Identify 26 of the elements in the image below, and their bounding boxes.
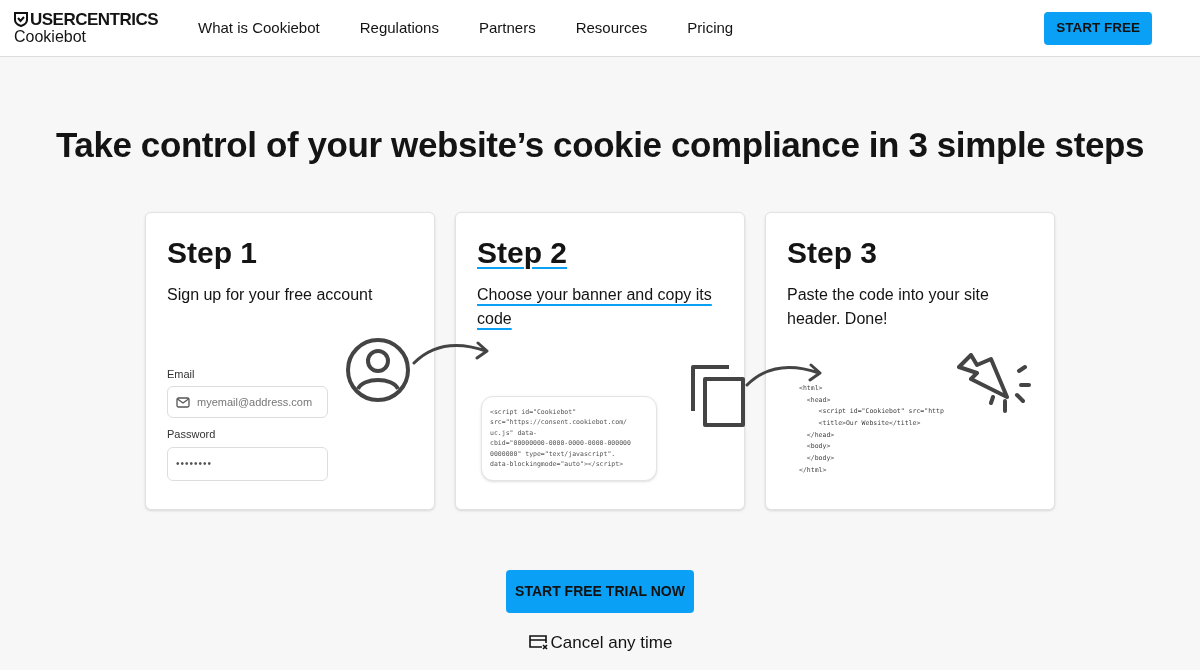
mail-icon bbox=[176, 397, 190, 408]
step-description: Sign up for your free account bbox=[167, 284, 374, 305]
field-label: Password bbox=[167, 427, 217, 442]
card-cancel-icon bbox=[527, 634, 549, 651]
start-trial-button[interactable]: START FREE TRIAL NOW bbox=[506, 569, 694, 613]
product-name: Cookiebot bbox=[14, 29, 88, 45]
step-title: Step 3 bbox=[787, 234, 878, 271]
field-label: Email bbox=[167, 366, 196, 382]
nav-link[interactable]: Pricing bbox=[687, 16, 734, 40]
nav-link[interactable]: Resources bbox=[575, 16, 648, 40]
start-free-button[interactable]: START FREE bbox=[1044, 11, 1152, 45]
shield-icon bbox=[14, 12, 28, 27]
password-field[interactable]: •••••••• bbox=[167, 446, 328, 481]
step-title: Step 2 bbox=[477, 234, 568, 271]
copy-icon bbox=[689, 362, 747, 427]
step-title: Step 1 bbox=[167, 234, 258, 271]
step-description: Choose your banner and copy its code bbox=[477, 284, 713, 329]
user-icon bbox=[345, 336, 411, 403]
nav-link[interactable]: Regulations bbox=[359, 16, 439, 40]
nav-link[interactable]: What is Cookiebot bbox=[198, 16, 320, 40]
headline: Take control of your website’s cookie compliance in 3 simple steps bbox=[54, 124, 1146, 166]
cancel-note: Cancel any time bbox=[550, 631, 673, 654]
step-description: Paste the code into your site header. Done! bbox=[787, 284, 990, 329]
email-field[interactable]: myemail@address.com bbox=[167, 386, 328, 418]
nav-link[interactable]: Partners bbox=[478, 16, 536, 40]
brand-name: USERCENTRICS bbox=[30, 11, 159, 28]
